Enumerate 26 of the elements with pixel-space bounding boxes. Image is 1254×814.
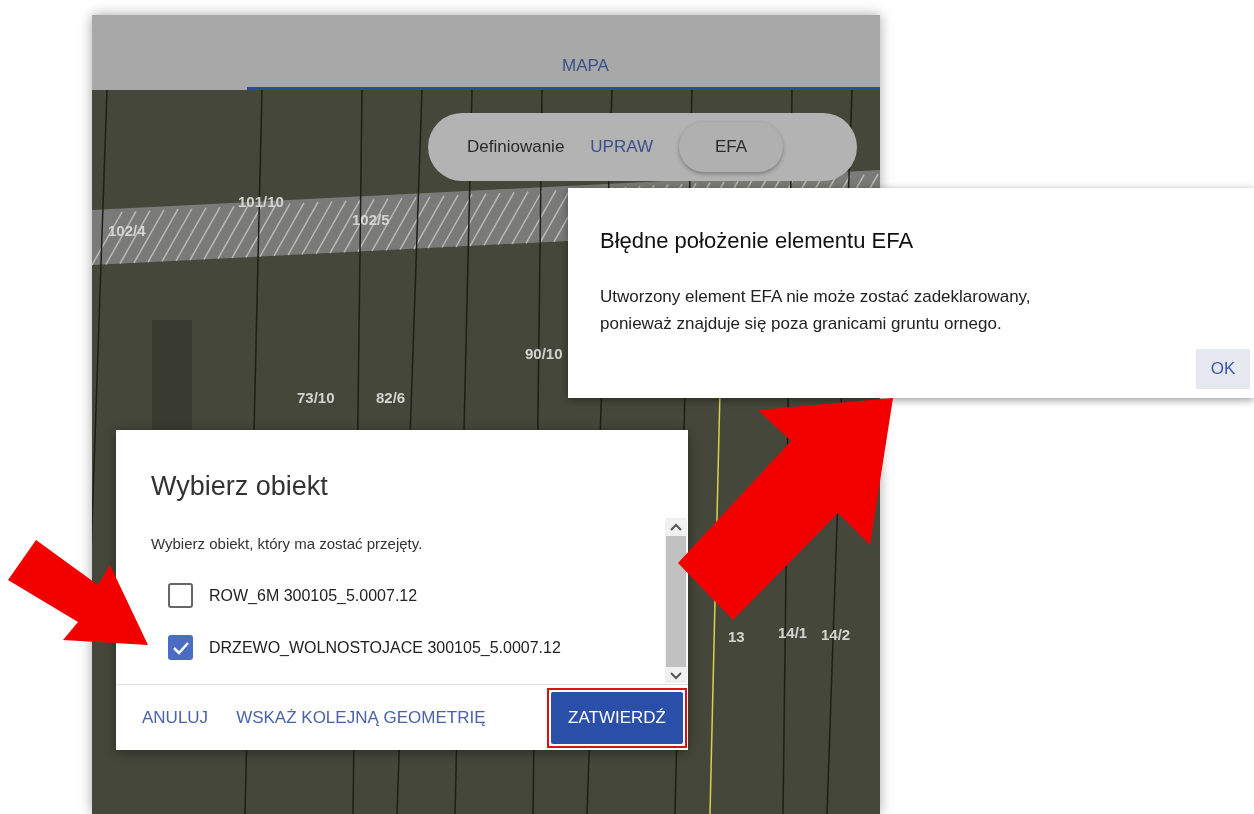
- parcel-label: 73/10: [297, 388, 335, 408]
- scrollbar[interactable]: [665, 517, 687, 683]
- ok-button[interactable]: OK: [1196, 349, 1250, 389]
- parcel-label: 14/2: [821, 625, 851, 645]
- pointer-arrow-icon: [678, 398, 893, 620]
- object-option[interactable]: DRZEWO_WOLNOSTOJACE 300105_5.0007.12: [151, 635, 665, 660]
- mode-option[interactable]: EFA: [679, 122, 784, 172]
- confirm-button[interactable]: ZATWIERDŹ: [551, 691, 683, 744]
- object-option[interactable]: ROW_6M 300105_5.0007.12: [151, 583, 665, 608]
- dialog-action[interactable]: WSKAŻ KOLEJNĄ GEOMETRIĘ: [236, 704, 486, 731]
- option-label: DRZEWO_WOLNOSTOJACE 300105_5.0007.12: [209, 637, 561, 658]
- chevron-up-icon: [670, 522, 682, 531]
- toggle-label: Definiowanie: [467, 136, 565, 159]
- dialog-subtitle: Wybierz obiekt, który ma zostać przejęty.: [151, 533, 424, 554]
- mode-option[interactable]: UPRAW: [590, 122, 653, 172]
- checked-checkbox[interactable]: [168, 635, 193, 660]
- chevron-down-icon: [670, 671, 682, 680]
- checkbox[interactable]: [168, 583, 193, 608]
- check-icon: [171, 640, 190, 655]
- dialog-title: Wybierz obiekt: [150, 470, 329, 503]
- dialog-action[interactable]: ANULUJ: [142, 704, 209, 731]
- parcel-label: 14/1: [778, 623, 808, 643]
- parcel-label: 13: [728, 627, 745, 647]
- option-label: ROW_6M 300105_5.0007.12: [209, 585, 418, 606]
- parcel-label: 82/6: [376, 388, 406, 408]
- parcel-label: 90/10: [525, 344, 563, 364]
